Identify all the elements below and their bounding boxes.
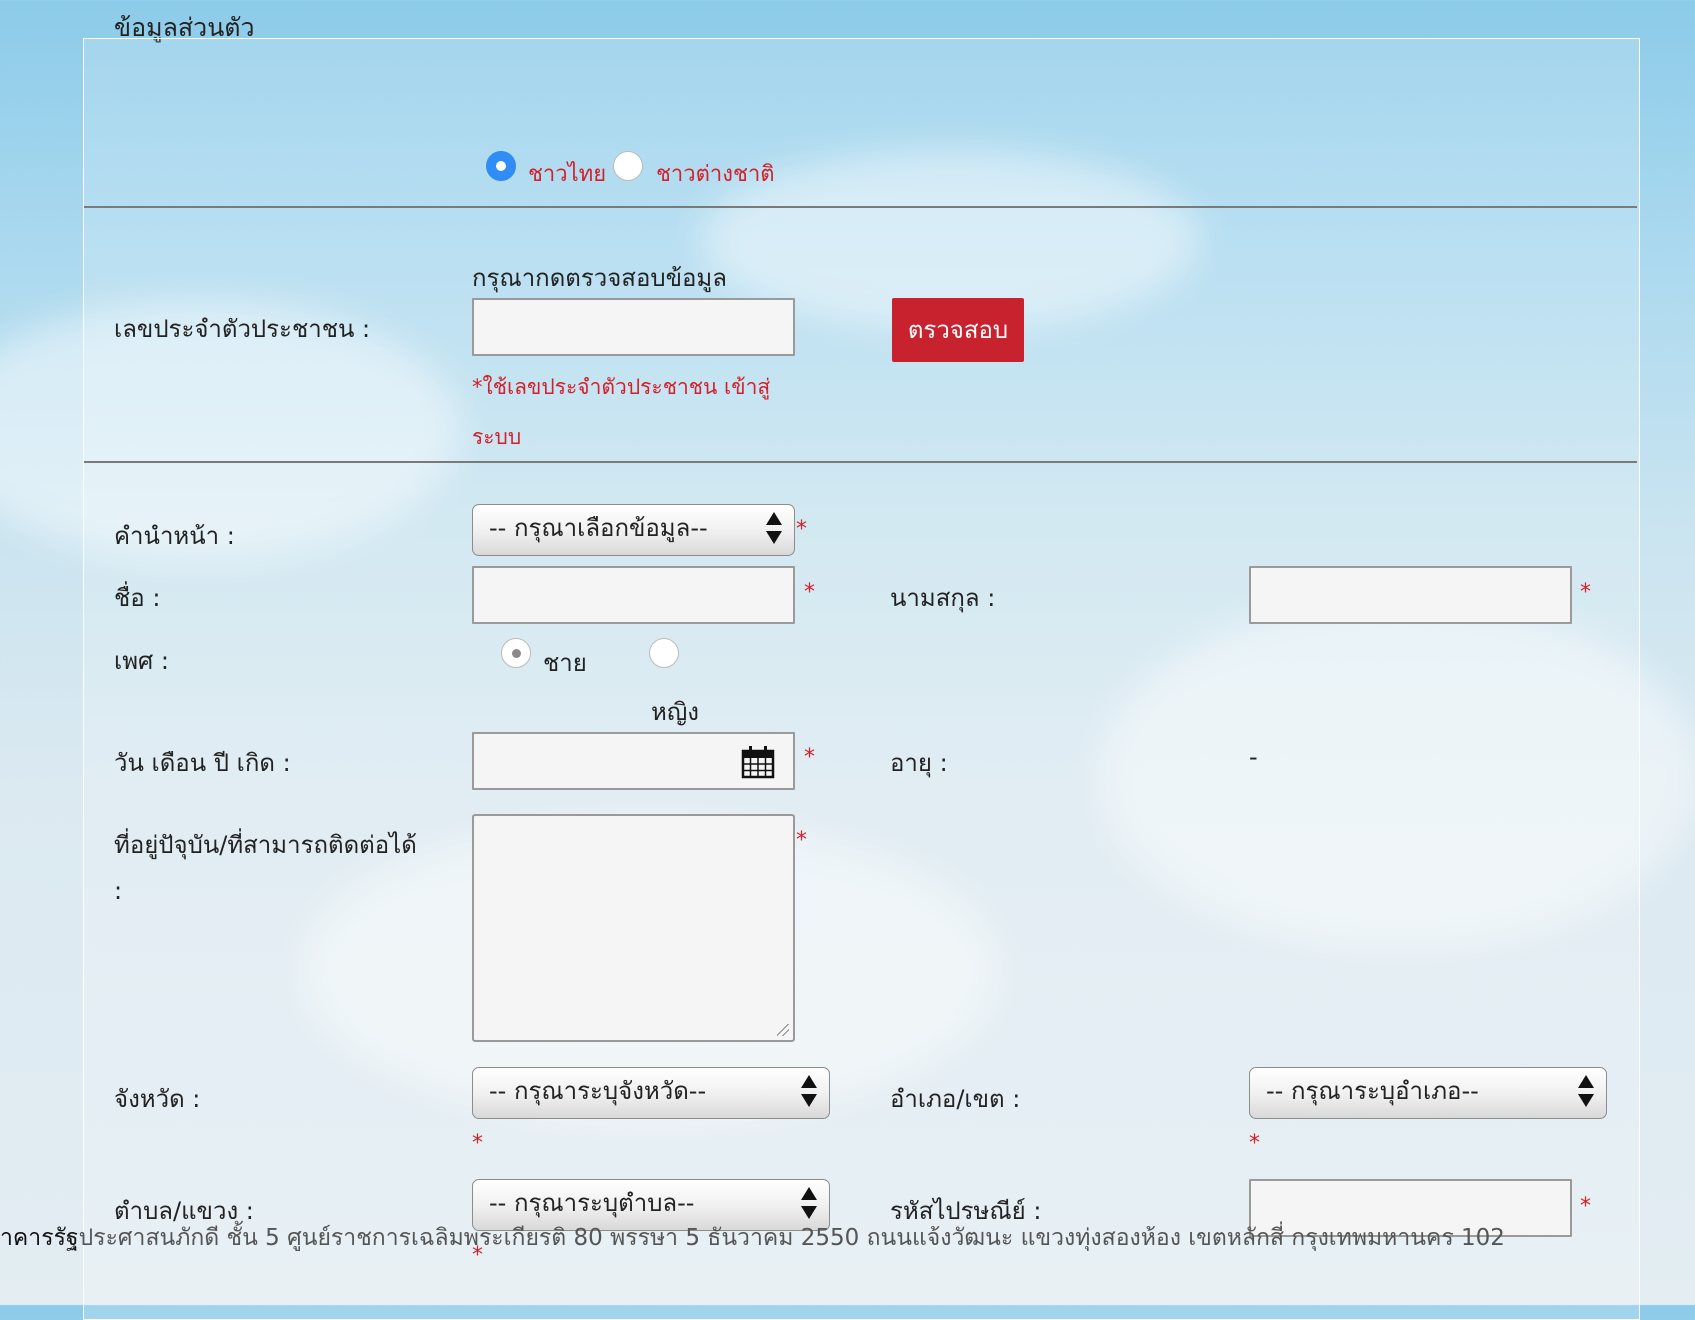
firstname-input[interactable] (472, 566, 795, 624)
prefix-select[interactable]: -- กรุณาเลือกข้อมูล-- (472, 504, 795, 556)
calendar-icon[interactable] (741, 745, 775, 779)
required-mark: * (796, 828, 807, 853)
age-label: อายุ : (890, 749, 948, 777)
radio-foreign[interactable] (613, 151, 643, 181)
footer-address-lead: าคารรัฐ (0, 1225, 79, 1251)
select-arrows-icon (766, 512, 782, 544)
required-mark: * (796, 517, 807, 542)
required-mark: * (1249, 1131, 1260, 1156)
verify-button[interactable]: ตรวจสอบ (892, 298, 1024, 362)
select-arrows-icon (801, 1075, 817, 1107)
district-select-value: -- กรุณาระบุอำเภอ-- (1266, 1077, 1479, 1105)
lastname-input[interactable] (1249, 566, 1572, 624)
dob-label: วัน เดือน ปี เกิด : (114, 749, 291, 777)
id-check-hint: กรุณากดตรวจสอบข้อมูล (472, 264, 727, 292)
province-label: จังหวัด : (114, 1085, 201, 1113)
divider (84, 206, 1637, 208)
required-mark: * (804, 580, 815, 605)
dob-input[interactable] (472, 732, 795, 790)
firstname-label: ชื่อ : (114, 584, 161, 612)
footer-address-text: ประศาสนภักดี ชั้น 5 ศูนย์ราชการเฉลิมพระเ… (78, 1225, 1505, 1251)
footer-address: าคารรัฐประศาสนภักดี ชั้น 5 ศูนย์ราชการเฉ… (0, 1220, 1695, 1256)
radio-thai[interactable] (486, 151, 516, 181)
prefix-select-value: -- กรุณาเลือกข้อมูล-- (489, 514, 708, 542)
province-select-value: -- กรุณาระบุจังหวัด-- (489, 1077, 707, 1105)
address-label: ที่อยู่ปัจุบัน/ที่สามารถติดต่อได้ (114, 831, 417, 859)
address-textarea[interactable] (472, 814, 795, 1042)
radio-female-label[interactable]: หญิง (651, 692, 699, 731)
radio-male[interactable] (501, 638, 531, 668)
subdistrict-select-value: -- กรุณาระบุตำบล-- (489, 1189, 695, 1217)
divider (84, 461, 1637, 463)
select-arrows-icon (1578, 1075, 1594, 1107)
radio-foreign-label[interactable]: ชาวต่างชาติ (656, 156, 775, 191)
prefix-label: คำนำหน้า : (114, 522, 235, 550)
age-value: - (1249, 743, 1258, 771)
required-mark: * (472, 1131, 483, 1156)
required-mark: * (1580, 1194, 1591, 1219)
resize-handle-icon[interactable] (777, 1024, 789, 1036)
radio-thai-label[interactable]: ชาวไทย (528, 156, 606, 191)
gender-label: เพศ : (114, 647, 169, 675)
address-label-cont: : (114, 877, 123, 905)
citizen-id-input[interactable] (472, 298, 795, 356)
required-mark: * (804, 745, 815, 770)
citizen-id-note-cont: ระบบ (472, 425, 522, 449)
radio-male-label[interactable]: ชาย (543, 643, 587, 682)
form-panel (83, 38, 1640, 1320)
radio-female[interactable] (649, 638, 679, 668)
district-label: อำเภอ/เขต : (890, 1085, 1021, 1113)
citizen-id-note: *ใช้เลขประจำตัวประชาชน เข้าสู่ (472, 375, 771, 399)
district-select[interactable]: -- กรุณาระบุอำเภอ-- (1249, 1067, 1607, 1119)
required-mark: * (1580, 580, 1591, 605)
lastname-label: นามสกุล : (890, 584, 996, 612)
select-arrows-icon (801, 1187, 817, 1219)
province-select[interactable]: -- กรุณาระบุจังหวัด-- (472, 1067, 830, 1119)
citizen-id-label: เลขประจำตัวประชาชน : (114, 315, 371, 343)
